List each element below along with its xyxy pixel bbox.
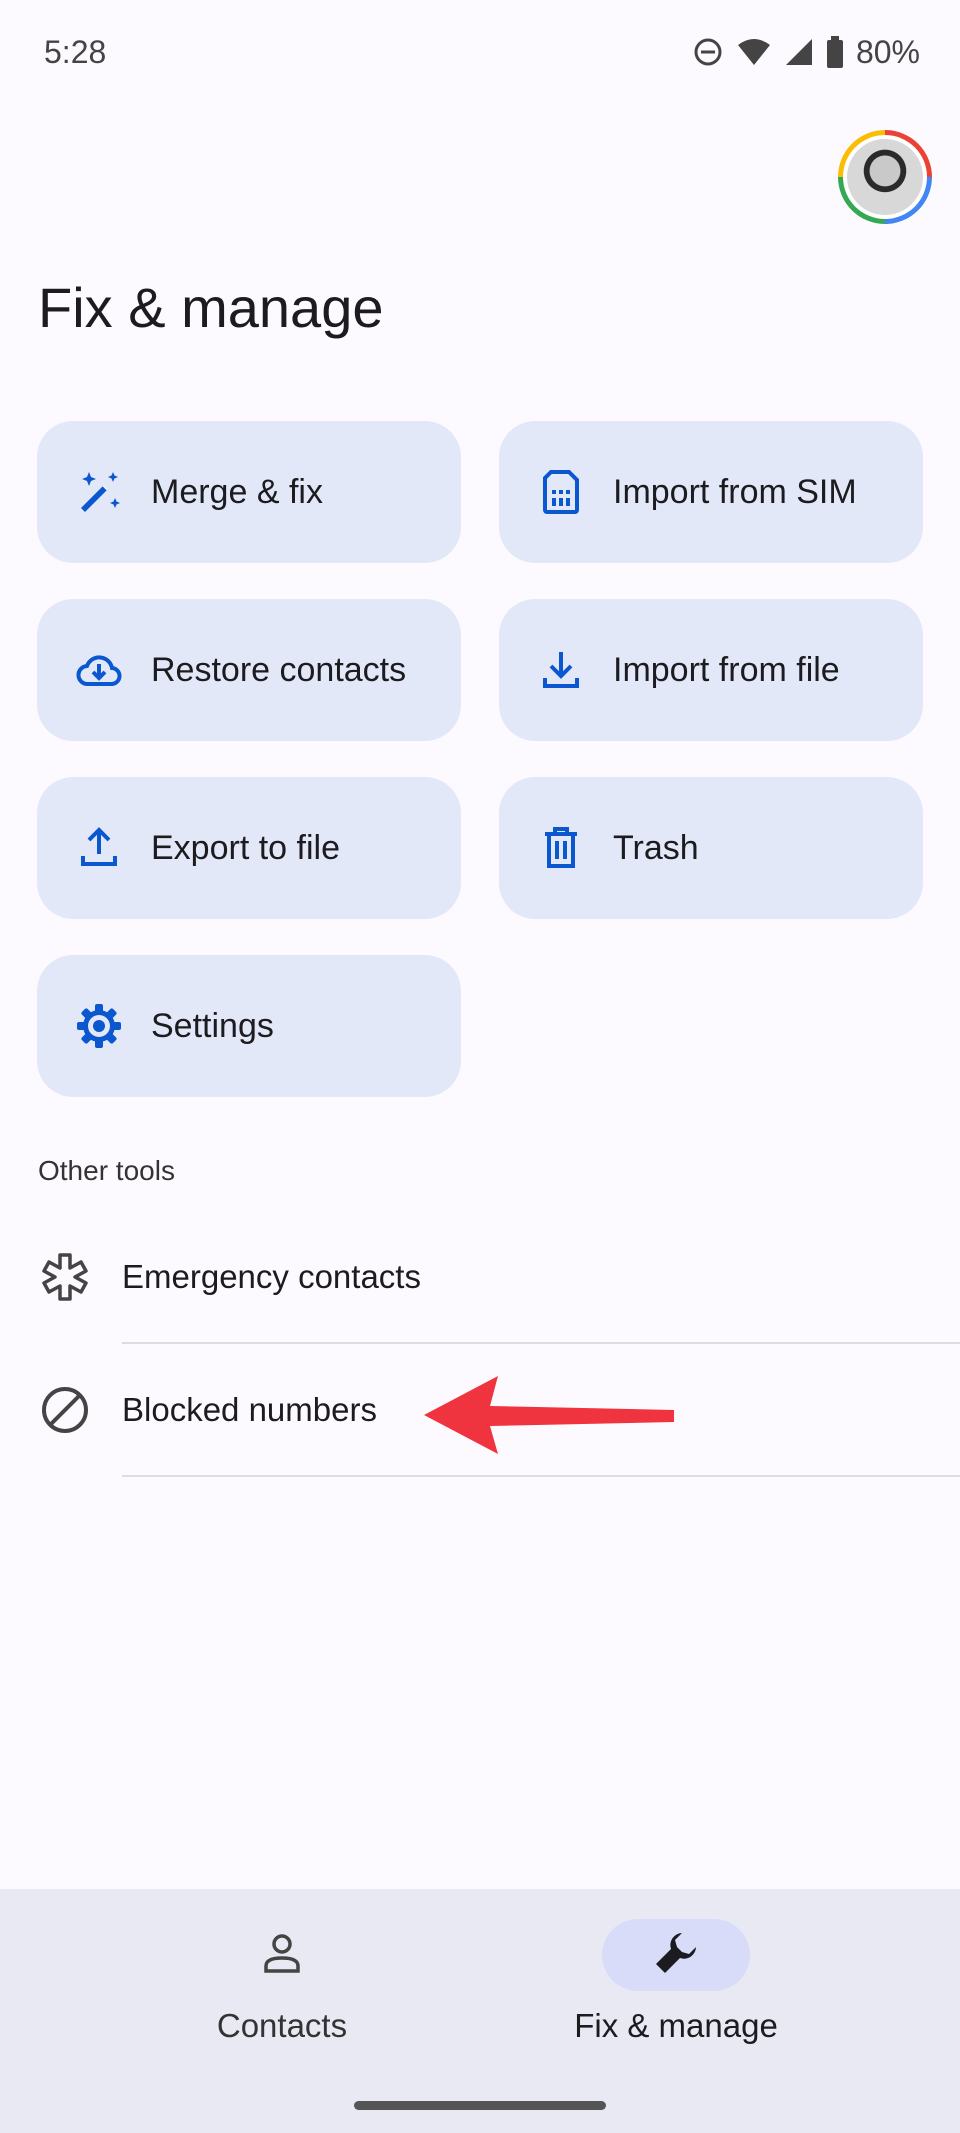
export-to-file-button[interactable]: Export to file — [37, 777, 461, 919]
nav-pill-active — [602, 1919, 750, 1991]
status-bar: 5:28 80% — [0, 0, 960, 104]
nav-contacts[interactable]: Contacts — [132, 1919, 432, 2069]
gesture-home-bar[interactable] — [354, 2101, 606, 2110]
tile-label: Trash — [613, 828, 699, 867]
list-item-label: Emergency contacts — [122, 1258, 421, 1295]
nav-label: Contacts — [216, 2007, 348, 2044]
block-icon — [38, 1383, 92, 1437]
nav-fix-manage[interactable]: Fix & manage — [526, 1919, 826, 2069]
annotation-arrow — [424, 1376, 674, 1454]
import-from-file-button[interactable]: Import from file — [499, 599, 923, 741]
merge-fix-button[interactable]: Merge & fix — [37, 421, 461, 563]
tile-label: Import from SIM — [613, 472, 857, 511]
trash-button[interactable]: Trash — [499, 777, 923, 919]
settings-button[interactable]: Settings — [37, 955, 461, 1097]
profile-photo — [847, 139, 923, 215]
trash-icon — [537, 824, 585, 872]
other-tools-heading: Other tools — [38, 1155, 175, 1186]
list-item-label: Blocked numbers — [122, 1391, 377, 1428]
upload-icon — [75, 824, 123, 872]
person-icon — [260, 1931, 304, 1980]
page-title: Fix & manage — [38, 276, 384, 339]
do-not-disturb-icon — [692, 36, 724, 68]
sim-card-icon — [537, 468, 585, 516]
action-grid: Merge & fix Import from SIM Restore cont… — [37, 421, 923, 1097]
tile-label: Import from file — [613, 650, 840, 689]
nav-label: Fix & manage — [574, 2007, 778, 2044]
status-time: 5:28 — [44, 33, 107, 70]
battery-icon — [826, 36, 844, 68]
cloud-download-icon — [75, 646, 123, 694]
wrench-icon — [652, 1929, 700, 1982]
emergency-contacts-item[interactable]: Emergency contacts — [0, 1212, 960, 1342]
restore-contacts-button[interactable]: Restore contacts — [37, 599, 461, 741]
wifi-icon — [736, 37, 772, 67]
tile-label: Restore contacts — [151, 650, 407, 689]
tile-label: Settings — [151, 1006, 274, 1045]
medical-asterisk-icon — [38, 1250, 92, 1304]
download-icon — [537, 646, 585, 694]
battery-percent: 80% — [855, 33, 920, 70]
account-avatar[interactable] — [838, 130, 932, 224]
divider — [122, 1342, 960, 1344]
cell-signal-icon — [784, 37, 814, 67]
status-icons: 80% — [692, 34, 920, 71]
tile-label: Export to file — [151, 828, 340, 867]
tile-label: Merge & fix — [151, 472, 323, 511]
import-from-sim-button[interactable]: Import from SIM — [499, 421, 923, 563]
gear-icon — [75, 1002, 123, 1050]
magic-wand-icon — [75, 468, 123, 516]
nav-pill — [208, 1919, 356, 1991]
bottom-navigation: Contacts Fix & manage — [0, 1889, 960, 2133]
divider — [122, 1475, 960, 1477]
